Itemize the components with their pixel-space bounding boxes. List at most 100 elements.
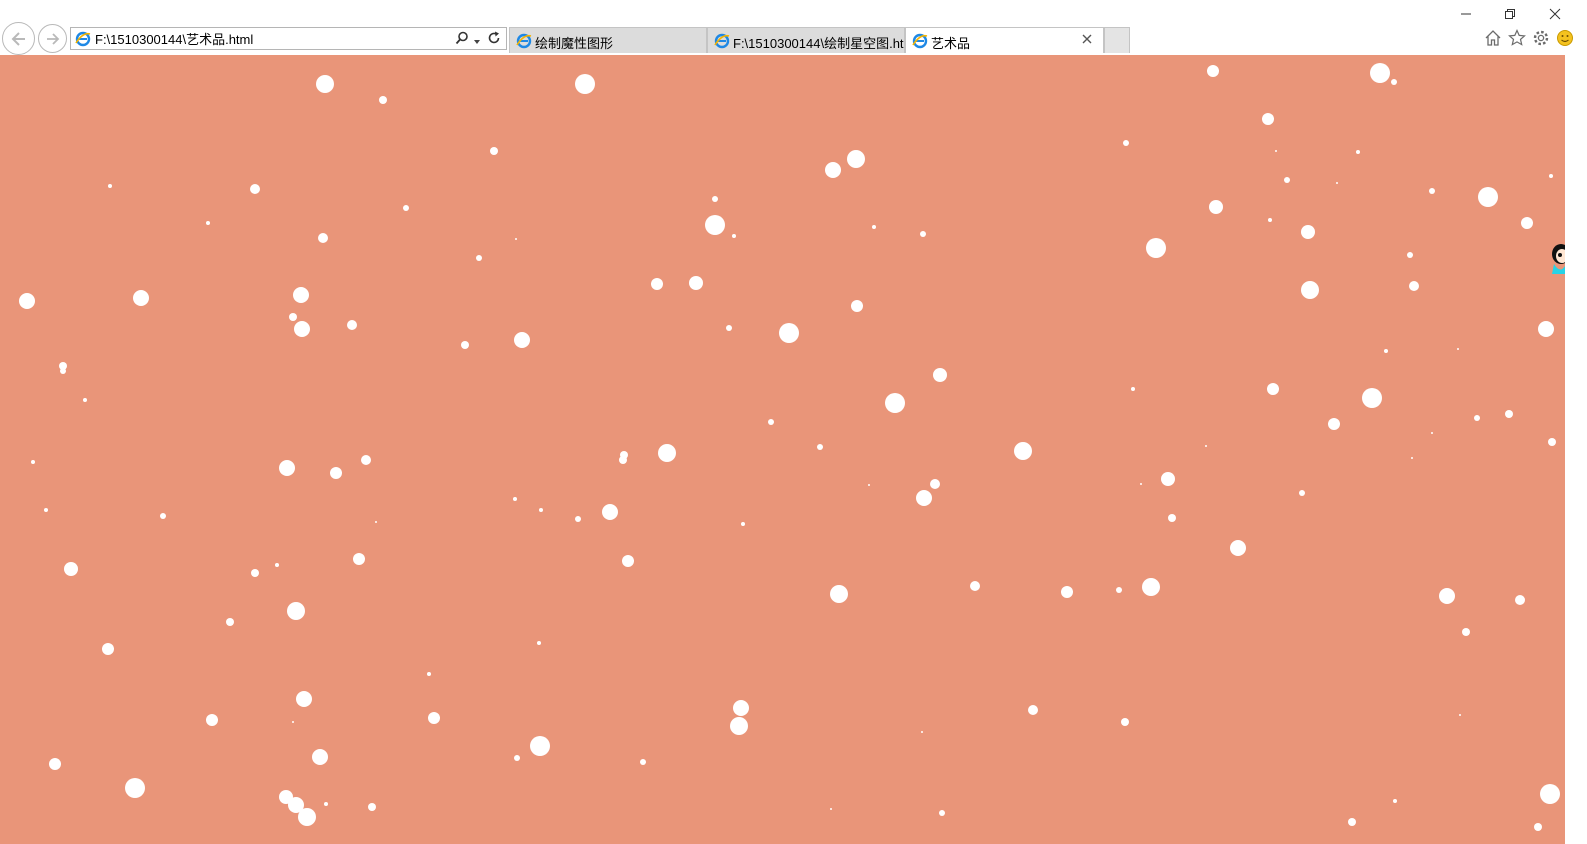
snowflake bbox=[1356, 150, 1360, 154]
refresh-icon[interactable] bbox=[487, 31, 501, 50]
snowflake bbox=[1267, 383, 1279, 395]
tab-starry-sky[interactable]: F:\1510300144\绘制星空图.ht... bbox=[707, 27, 905, 53]
new-tab-button[interactable] bbox=[1104, 27, 1130, 53]
tab-label: 艺术品 bbox=[931, 36, 971, 51]
snowflake bbox=[312, 749, 328, 765]
snowflake bbox=[1146, 238, 1166, 258]
snowflake bbox=[1534, 823, 1542, 831]
snowflake bbox=[1268, 218, 1272, 222]
snowflake bbox=[712, 196, 718, 202]
minimize-button[interactable] bbox=[1456, 4, 1476, 24]
snowflake bbox=[539, 508, 543, 512]
tab-artwork[interactable]: 艺术品 bbox=[905, 27, 1104, 53]
snowflake bbox=[1061, 586, 1073, 598]
favorites-button[interactable] bbox=[1507, 28, 1527, 48]
search-icon[interactable] bbox=[455, 31, 469, 50]
snowflake bbox=[428, 712, 440, 724]
forward-button[interactable] bbox=[38, 24, 67, 53]
snowflake bbox=[830, 808, 832, 810]
snowflake bbox=[368, 803, 376, 811]
tab-magic-shapes[interactable]: 绘制魔性图形 bbox=[509, 27, 707, 53]
snowflake bbox=[575, 516, 581, 522]
snowflake bbox=[60, 368, 66, 374]
snowflake bbox=[83, 398, 87, 402]
snowflake bbox=[1205, 445, 1207, 447]
home-icon bbox=[1485, 30, 1501, 46]
snowflake bbox=[206, 714, 218, 726]
settings-button[interactable] bbox=[1531, 28, 1551, 48]
snowflake bbox=[102, 643, 114, 655]
snowflake bbox=[289, 313, 297, 321]
cartoon-character-icon bbox=[1552, 244, 1565, 274]
snowflake bbox=[44, 508, 48, 512]
snowflake bbox=[575, 74, 595, 94]
close-icon[interactable] bbox=[1081, 33, 1093, 48]
snowflake bbox=[651, 278, 663, 290]
snowflake bbox=[779, 323, 799, 343]
snowflake bbox=[1028, 705, 1038, 715]
address-input[interactable] bbox=[95, 30, 435, 47]
address-bar[interactable] bbox=[70, 27, 507, 50]
ie-page-icon bbox=[912, 33, 928, 52]
gear-icon bbox=[1533, 30, 1549, 46]
back-button[interactable] bbox=[2, 22, 35, 55]
snowflake bbox=[1161, 472, 1175, 486]
snowflake bbox=[298, 808, 316, 826]
chevron-down-icon[interactable] bbox=[473, 33, 481, 51]
snowflake bbox=[1207, 65, 1219, 77]
snowflake bbox=[1540, 784, 1560, 804]
snowflake bbox=[1549, 174, 1553, 178]
snowflake bbox=[514, 755, 520, 761]
feedback-button[interactable] bbox=[1555, 28, 1575, 48]
snowflake bbox=[49, 758, 61, 770]
back-arrow-icon bbox=[11, 31, 25, 46]
snowflake bbox=[1116, 587, 1122, 593]
snowflake bbox=[64, 562, 78, 576]
snowflake bbox=[1384, 349, 1388, 353]
snowflake bbox=[160, 513, 166, 519]
snowflake bbox=[1168, 514, 1176, 522]
snowflake bbox=[1121, 718, 1129, 726]
snowflake bbox=[921, 731, 923, 733]
snowflake bbox=[1431, 432, 1433, 434]
snowflake bbox=[730, 717, 748, 735]
snowflake bbox=[206, 221, 210, 225]
snowflake bbox=[1391, 79, 1397, 85]
snowflake bbox=[1284, 177, 1290, 183]
snowflake bbox=[296, 691, 312, 707]
snowflake bbox=[1014, 442, 1032, 460]
snowflake bbox=[1299, 490, 1305, 496]
snowflake bbox=[514, 332, 530, 348]
snowflake bbox=[817, 444, 823, 450]
snowflake bbox=[251, 569, 259, 577]
restore-button[interactable] bbox=[1500, 4, 1520, 24]
snowflake bbox=[733, 700, 749, 716]
browser-chrome: 绘制魔性图形 F:\1510300144\绘制星空图.ht... 艺术品 bbox=[0, 0, 1587, 55]
snowflake bbox=[250, 184, 260, 194]
snowflake bbox=[19, 293, 35, 309]
snowflake bbox=[1407, 252, 1413, 258]
snowflake bbox=[287, 602, 305, 620]
close-window-button[interactable] bbox=[1545, 4, 1565, 24]
smiley-icon bbox=[1557, 30, 1573, 46]
snowflake bbox=[403, 205, 409, 211]
snowflake bbox=[726, 325, 732, 331]
page-canvas bbox=[0, 55, 1565, 844]
snowflake bbox=[933, 368, 947, 382]
snowflake bbox=[1348, 818, 1356, 826]
snowflake bbox=[916, 490, 932, 506]
snowflake bbox=[872, 225, 876, 229]
snowflake bbox=[513, 497, 517, 501]
snowflake bbox=[1142, 578, 1160, 596]
tab-label: 绘制魔性图形 bbox=[535, 36, 614, 51]
snowflake bbox=[1538, 321, 1554, 337]
snowflake bbox=[1474, 415, 1480, 421]
snowflake bbox=[515, 238, 517, 240]
snowflake bbox=[324, 802, 328, 806]
snowflake bbox=[125, 778, 145, 798]
snowflake bbox=[689, 276, 703, 290]
snowflake bbox=[1411, 457, 1413, 459]
ie-page-icon bbox=[714, 33, 730, 52]
home-button[interactable] bbox=[1483, 28, 1503, 48]
snowflake bbox=[1301, 281, 1319, 299]
